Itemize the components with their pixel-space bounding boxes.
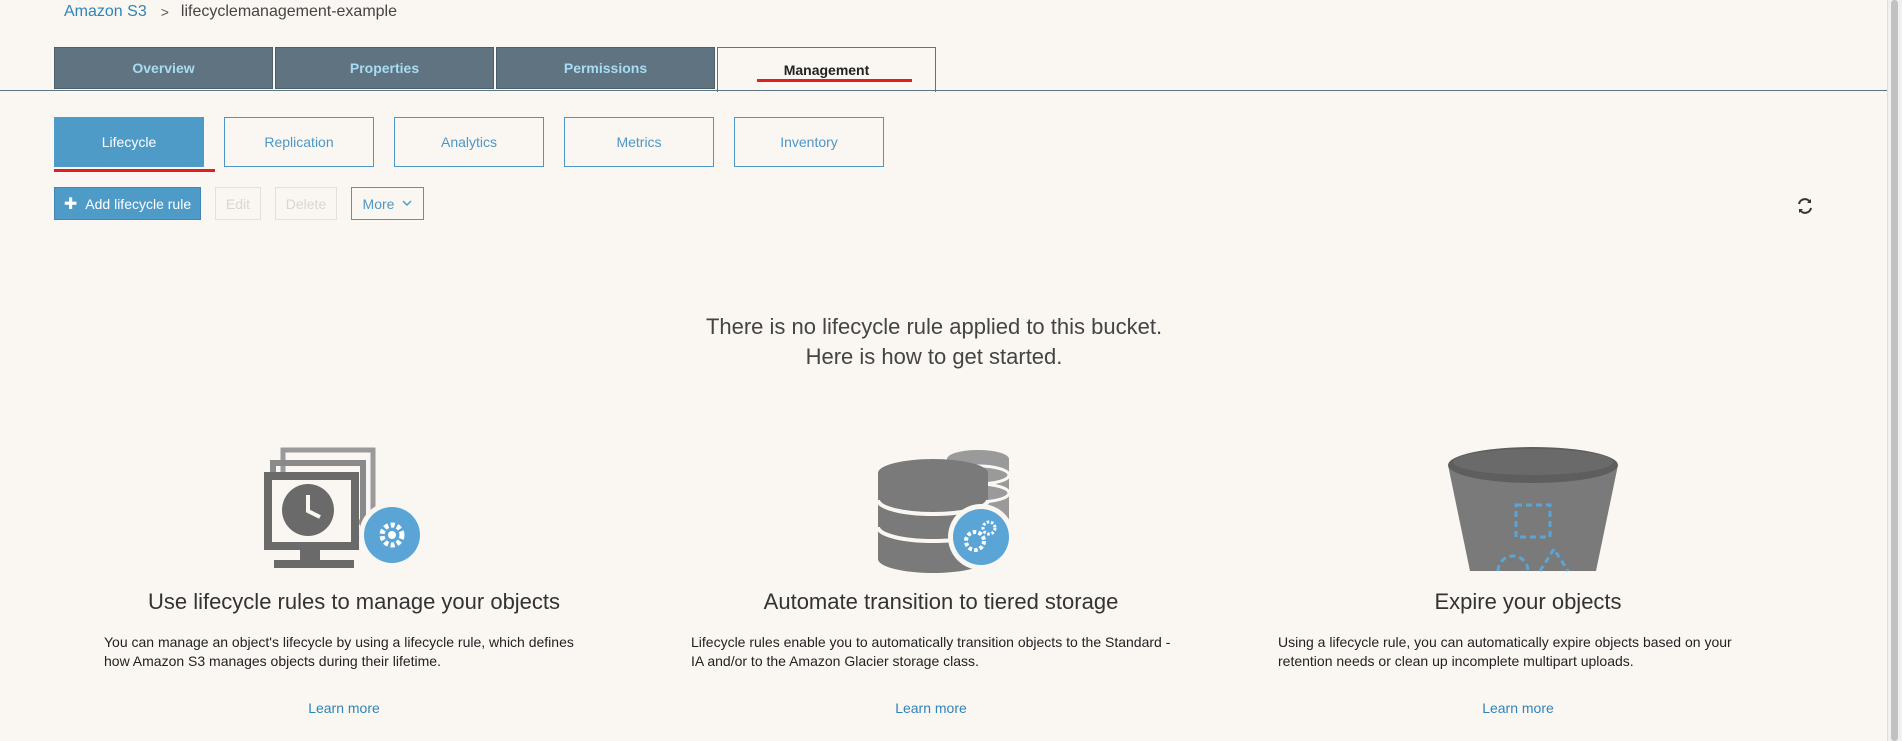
edit-button[interactable]: Edit	[215, 187, 261, 220]
breadcrumb-current-bucket: lifecyclemanagement-example	[180, 3, 398, 20]
scrollbar-thumb[interactable]	[1891, 0, 1898, 741]
tab-properties[interactable]: Properties	[275, 47, 494, 89]
subtab-metrics[interactable]: Metrics	[564, 117, 714, 167]
empty-state-line1: There is no lifecycle rule applied to th…	[705, 314, 1163, 339]
empty-state-message: There is no lifecycle rule applied to th…	[0, 312, 1868, 372]
feature-title: Use lifecycle rules to manage your objec…	[147, 589, 561, 614]
chevron-down-icon	[402, 200, 412, 206]
learn-more-link[interactable]: Learn more	[691, 700, 1171, 716]
subtab-lifecycle[interactable]: Lifecycle	[54, 117, 204, 167]
more-label: More	[362, 195, 395, 212]
tab-management[interactable]: Management	[717, 47, 936, 92]
tab-permissions[interactable]: Permissions	[496, 47, 715, 89]
add-lifecycle-rule-button[interactable]: ✚ Add lifecycle rule	[54, 187, 201, 220]
subtab-replication[interactable]: Replication	[224, 117, 374, 167]
delete-button[interactable]: Delete	[275, 187, 337, 220]
feature-description: You can manage an object's lifecycle by …	[104, 634, 574, 669]
feature-title: Expire your objects	[1434, 589, 1622, 614]
breadcrumb-amazon-s3-link[interactable]: Amazon S3	[64, 3, 147, 21]
breadcrumb-separator-icon: >	[160, 4, 169, 20]
feature-title: Automate transition to tiered storage	[763, 589, 1119, 614]
breadcrumb: Amazon S3 > lifecyclemanagement-example	[64, 3, 397, 21]
feature-description: Lifecycle rules enable you to automatica…	[691, 634, 1171, 669]
subtab-analytics[interactable]: Analytics	[394, 117, 544, 167]
lifecycle-subtab-highlight	[54, 169, 215, 172]
tabs-divider	[0, 90, 1888, 91]
bucket-icon	[1448, 447, 1618, 572]
page-scrollbar[interactable]	[1887, 0, 1902, 741]
add-lifecycle-rule-label: Add lifecycle rule	[85, 195, 192, 212]
main-tabs: Overview Properties Permissions Manageme…	[54, 47, 936, 92]
refresh-icon[interactable]	[1796, 197, 1814, 215]
monitor-clock-gear-icon	[264, 447, 425, 568]
plus-icon: ✚	[63, 195, 78, 213]
empty-state-line2: Here is how to get started.	[805, 344, 1063, 369]
learn-more-link[interactable]: Learn more	[1278, 700, 1758, 716]
database-gear-icon	[876, 450, 1014, 573]
feature-description: Using a lifecycle rule, you can automati…	[1278, 634, 1732, 669]
more-dropdown-button[interactable]: More	[351, 187, 424, 220]
learn-more-link[interactable]: Learn more	[104, 700, 584, 716]
tab-overview[interactable]: Overview	[54, 47, 273, 89]
management-tab-highlight	[757, 79, 912, 82]
subtab-inventory[interactable]: Inventory	[734, 117, 884, 167]
